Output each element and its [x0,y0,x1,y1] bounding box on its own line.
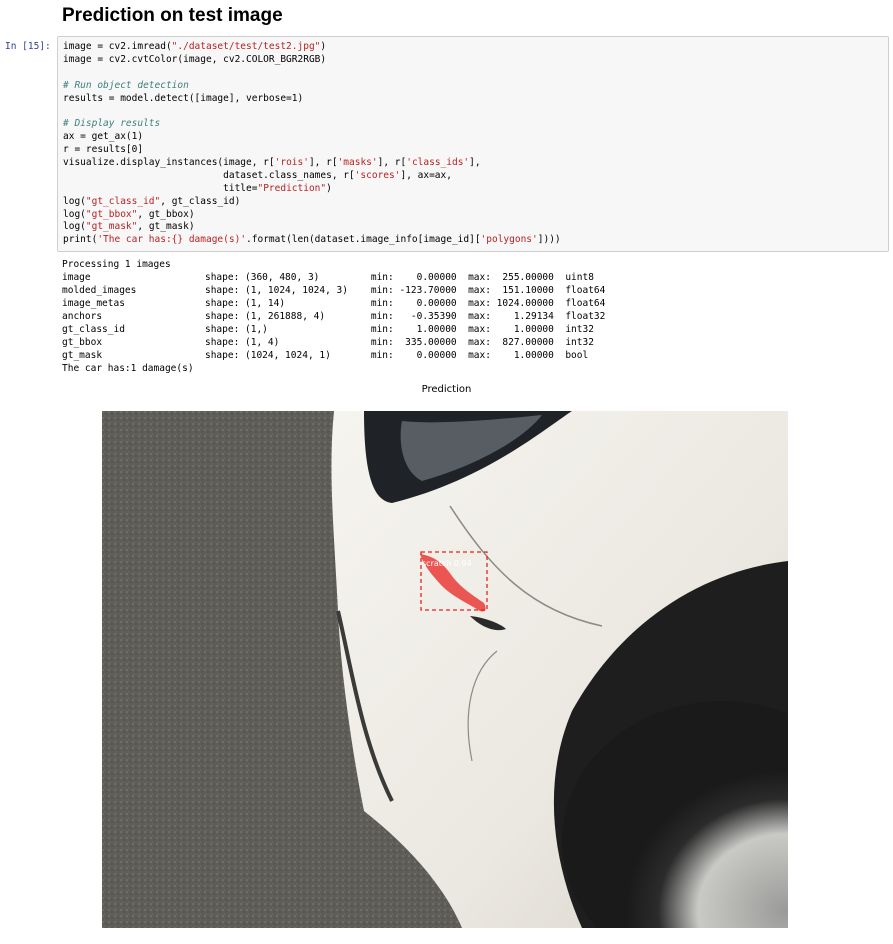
code-line: log("gt_mask", gt_mask) [63,221,888,234]
string-token: "gt_bbox" [85,208,138,220]
markdown-heading: Prediction on test image [62,5,283,26]
string-token: 'masks' [337,157,378,169]
output-line: image_metas shape: (1, 14) min: 0.00000 … [62,298,606,309]
output-line: anchors shape: (1, 261888, 4) min: -0.35… [62,311,606,322]
figure-title: Prediction [421,384,472,395]
string-token: 'class_ids' [406,157,470,169]
output-line: gt_bbox shape: (1, 4) min: 335.00000 max… [62,337,594,348]
code-token: ], r[ [377,157,407,169]
output-line: image shape: (360, 480, 3) min: 0.00000 … [62,272,594,283]
code-token: .format(len(dataset.image_info[image_id]… [246,234,481,246]
code-token: image = cv2.imread( [63,41,172,52]
string-token: "Prediction" [257,182,327,194]
comment-token: # Run object detection [63,79,189,91]
code-line: log("gt_bbox", gt_bbox) [63,209,888,222]
code-line: # Run object detection [63,80,888,93]
code-line: title="Prediction") [63,183,888,196]
code-token: ) [320,41,327,52]
code-line: print('The car has:{} damage(s)'.format(… [63,234,888,247]
code-token: log( [63,221,86,233]
code-token: print( [63,234,98,246]
string-token: 'polygons' [480,234,538,246]
output-line: gt_mask shape: (1024, 1024, 1) min: 0.00… [62,350,589,361]
code-line: image = cv2.imread("./dataset/test/test2… [63,41,888,54]
code-line: ax = get_ax(1) [63,131,888,144]
string-token: 'rois' [274,157,309,169]
code-line: image = cv2.cvtColor(image, cv2.COLOR_BG… [63,54,888,67]
output-line: Processing 1 images [62,259,171,270]
string-token: "./dataset/test/test2.jpg" [171,41,321,52]
prediction-figure: scratch 0.94 [102,411,788,928]
code-token: image = cv2.cvtColor(image, cv2.COLOR_BG… [63,53,327,65]
code-token: title= [63,182,258,194]
code-token: , gt_bbox) [137,208,195,220]
code-token: dataset.class_names, r[ [63,169,355,181]
output-line: gt_class_id shape: (1,) min: 1.00000 max… [62,324,594,335]
code-token: log( [63,195,86,207]
code-line: # Display results [63,118,888,131]
string-token: 'scores' [354,169,401,181]
code-token: log( [63,208,86,220]
code-line: log("gt_class_id", gt_class_id) [63,196,888,209]
string-token: "gt_class_id" [85,195,161,207]
cell-prompt: In [15]: [5,41,51,52]
code-token: r = results[0] [63,144,144,156]
prediction-image: scratch 0.94 [102,411,788,928]
code-token: ], [469,157,481,169]
comment-token: # Display results [63,118,161,130]
code-token: visualize.display_instances(image, r[ [63,157,275,169]
code-token: ], ax=ax, [400,169,452,181]
code-cell-editor[interactable]: image = cv2.imread("./dataset/test/test2… [57,36,889,252]
code-token: ], r[ [308,157,338,169]
code-token: , gt_class_id) [160,195,241,207]
code-line: results = model.detect([image], verbose=… [63,93,888,106]
code-token: ax = get_ax(1) [63,131,144,143]
output-line: molded_images shape: (1, 1024, 1024, 3) … [62,285,606,296]
code-line: visualize.display_instances(image, r['ro… [63,157,888,170]
string-token: 'The car has:{} damage(s)' [97,234,247,246]
code-token: ]))) [537,234,561,246]
code-token: , gt_mask) [137,221,195,233]
code-token: ) [326,182,332,194]
output-line: The car has:1 damage(s) [62,363,194,374]
string-token: "gt_mask" [85,221,138,233]
code-line: dataset.class_names, r['scores'], ax=ax, [63,170,888,183]
detection-label: scratch 0.94 [422,559,472,568]
cell-output: Processing 1 images image shape: (360, 48… [62,258,605,375]
code-line: r = results[0] [63,144,888,157]
code-token: results = model.detect([image], verbose=… [63,92,304,104]
